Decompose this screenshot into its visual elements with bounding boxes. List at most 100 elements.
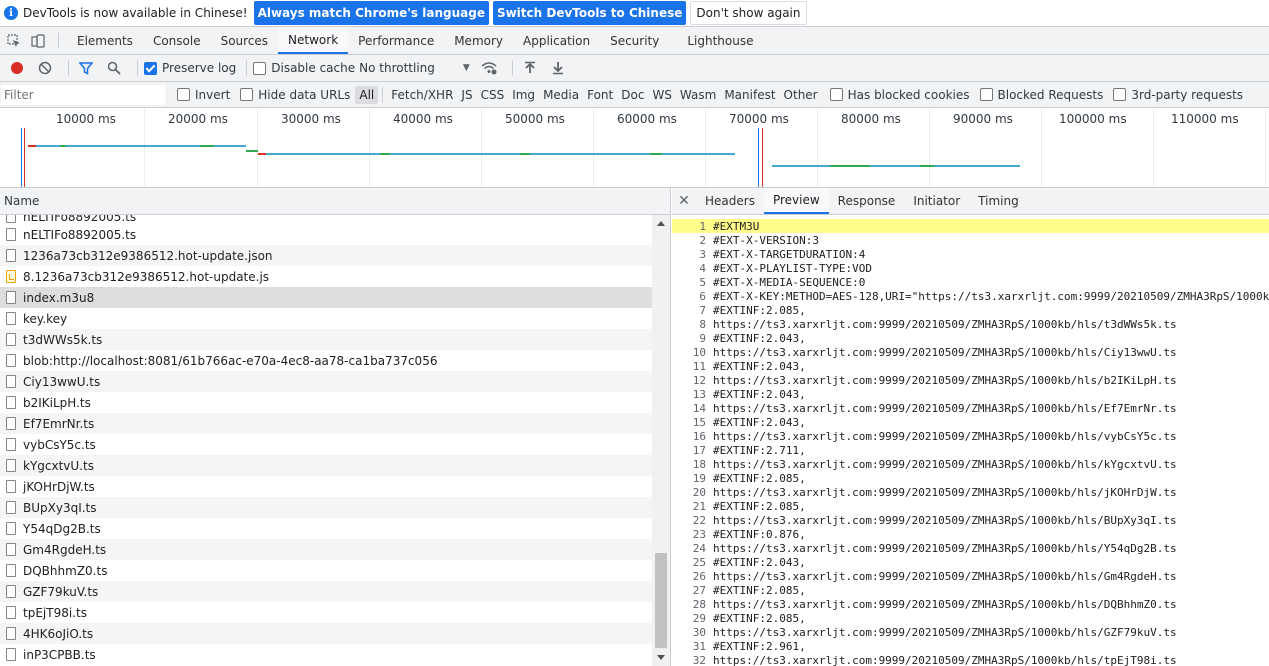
table-row[interactable]: GZF79kuV.ts xyxy=(0,581,652,602)
table-row[interactable]: blob:http://localhost:8081/61b766ac-e70a… xyxy=(0,350,652,371)
table-row[interactable]: inP3CPBB.ts xyxy=(0,644,652,665)
invert-checkbox[interactable] xyxy=(177,88,190,101)
dom-content-loaded-marker xyxy=(21,128,22,187)
filter-type-css[interactable]: CSS xyxy=(477,86,509,104)
hide-data-urls-checkbox[interactable] xyxy=(240,88,254,101)
table-row[interactable]: kYgcxtvU.ts xyxy=(0,455,652,476)
inspect-element-icon[interactable] xyxy=(2,27,26,54)
tab-network[interactable]: Network xyxy=(278,27,349,54)
table-row-selected[interactable]: index.m3u8 xyxy=(0,287,652,308)
tab-response[interactable]: Response xyxy=(829,188,905,214)
tab-application[interactable]: Application xyxy=(513,27,600,54)
filter-type-font[interactable]: Font xyxy=(583,86,617,104)
code-line: 20 https://ts3.xarxrljt.com:9999/20210509… xyxy=(672,485,1269,499)
request-list-scrollbar[interactable] xyxy=(652,215,671,666)
dont-show-again-button[interactable]: Don't show again xyxy=(690,1,807,25)
file-icon xyxy=(6,522,16,535)
invert-toggle[interactable]: Invert xyxy=(177,88,230,102)
blocked-requests-toggle[interactable]: Blocked Requests xyxy=(979,88,1103,102)
table-row[interactable]: Y54qDg2B.ts xyxy=(0,518,652,539)
code-line: 21 #EXTINF:2.085, xyxy=(672,499,1269,513)
filter-type-ws[interactable]: WS xyxy=(648,86,675,104)
tab-timing[interactable]: Timing xyxy=(969,188,1028,214)
tab-elements[interactable]: Elements xyxy=(67,27,143,54)
filter-type-img[interactable]: Img xyxy=(508,86,539,104)
table-row[interactable]: Ef7EmrNr.ts xyxy=(0,413,652,434)
third-party-label: 3rd-party requests xyxy=(1131,87,1244,102)
request-name: Ciy13wwU.ts xyxy=(23,374,101,389)
scroll-down-arrow-icon[interactable] xyxy=(657,655,665,660)
table-row[interactable]: 8.1236a73cb312e9386512.hot-update.js xyxy=(0,266,652,287)
preserve-log-checkbox[interactable] xyxy=(144,61,157,75)
file-icon xyxy=(6,249,16,262)
line-number: 14 xyxy=(692,401,706,415)
code-text: #EXTINF:2.043, xyxy=(713,387,806,401)
tab-security[interactable]: Security xyxy=(600,27,669,54)
tab-memory[interactable]: Memory xyxy=(444,27,513,54)
line-number: 7 xyxy=(699,303,706,317)
name-column-header[interactable]: Name xyxy=(0,188,671,215)
import-har-icon[interactable] xyxy=(519,57,541,79)
filter-type-all[interactable]: All xyxy=(355,85,379,104)
network-toolbar: Preserve log Disable cache No throttling… xyxy=(0,55,1269,82)
hide-data-urls-toggle[interactable]: Hide data URLs xyxy=(240,88,350,102)
table-row[interactable]: nELTIFo8892005.ts xyxy=(0,224,652,245)
filter-type-js[interactable]: JS xyxy=(457,86,476,104)
third-party-checkbox[interactable] xyxy=(1113,88,1127,101)
throttling-select[interactable]: No throttling ▼ xyxy=(359,61,470,75)
code-text: https://ts3.xarxrljt.com:9999/20210509/Z… xyxy=(713,513,1177,527)
filter-type-doc[interactable]: Doc xyxy=(617,86,648,104)
filter-type-other[interactable]: Other xyxy=(780,86,822,104)
response-preview[interactable]: 1 #EXTM3U 2 #EXT-X-VERSION:3 3 #EXT-X-TARGETD… xyxy=(672,215,1269,666)
table-row[interactable]: Gm4RgdeH.ts xyxy=(0,539,652,560)
switch-devtools-chinese-button[interactable]: Switch DevTools to Chinese xyxy=(492,1,687,25)
network-overview-timeline[interactable]: 10000 ms 20000 ms 30000 ms 40000 ms 5000… xyxy=(0,108,1269,188)
always-match-language-button[interactable]: Always match Chrome's language xyxy=(253,1,489,25)
blocked-requests-checkbox[interactable] xyxy=(979,88,993,101)
filter-type-wasm[interactable]: Wasm xyxy=(676,86,720,104)
filter-input[interactable] xyxy=(1,84,165,105)
third-party-toggle[interactable]: 3rd-party requests xyxy=(1113,88,1243,102)
file-icon xyxy=(6,606,16,619)
has-blocked-cookies-checkbox[interactable] xyxy=(829,88,843,101)
tab-lighthouse[interactable]: Lighthouse xyxy=(677,27,763,54)
record-icon[interactable] xyxy=(6,57,28,79)
filter-type-manifest[interactable]: Manifest xyxy=(720,86,779,104)
tab-console[interactable]: Console xyxy=(143,27,211,54)
tab-performance[interactable]: Performance xyxy=(348,27,444,54)
has-blocked-cookies-toggle[interactable]: Has blocked cookies xyxy=(829,88,970,102)
device-toolbar-icon[interactable] xyxy=(26,27,50,54)
table-row[interactable]: key.key xyxy=(0,308,652,329)
filter-type-fetch-xhr[interactable]: Fetch/XHR xyxy=(387,86,457,104)
table-row[interactable]: 4HK6oJiO.ts xyxy=(0,623,652,644)
table-row[interactable]: DQBhhmZ0.ts xyxy=(0,560,652,581)
table-row[interactable]: t3dWWs5k.ts xyxy=(0,329,652,350)
table-row[interactable]: BUpXy3qI.ts xyxy=(0,497,652,518)
code-text: #EXT-X-VERSION:3 xyxy=(713,233,819,247)
request-bar xyxy=(520,153,530,155)
tab-preview[interactable]: Preview xyxy=(763,188,829,214)
clear-icon[interactable] xyxy=(34,57,56,79)
tab-sources[interactable]: Sources xyxy=(211,27,278,54)
table-row[interactable]: b2IKiLpH.ts xyxy=(0,392,652,413)
tab-headers[interactable]: Headers xyxy=(696,188,764,214)
table-row[interactable]: tpEjT98i.ts xyxy=(0,602,652,623)
table-row[interactable]: vybCsY5c.ts xyxy=(0,434,652,455)
scroll-up-arrow-icon[interactable] xyxy=(657,221,665,226)
file-icon xyxy=(6,627,16,640)
scrollbar-thumb[interactable] xyxy=(655,553,667,648)
table-row[interactable]: Ciy13wwU.ts xyxy=(0,371,652,392)
tick-gridline xyxy=(593,108,594,187)
filter-type-media[interactable]: Media xyxy=(539,86,583,104)
disable-cache-checkbox[interactable] xyxy=(253,61,267,75)
filter-icon[interactable] xyxy=(75,57,97,79)
tab-initiator[interactable]: Initiator xyxy=(904,188,969,214)
network-conditions-icon[interactable] xyxy=(478,57,500,79)
search-icon[interactable] xyxy=(103,57,125,79)
table-row[interactable]: 1236a73cb312e9386512.hot-update.json xyxy=(0,245,652,266)
table-row[interactable]: jKOHrDjW.ts xyxy=(0,476,652,497)
code-line: 30 https://ts3.xarxrljt.com:9999/20210509… xyxy=(672,625,1269,639)
line-number: 4 xyxy=(699,261,706,275)
export-har-icon[interactable] xyxy=(547,57,569,79)
close-details-icon[interactable]: ✕ xyxy=(672,188,696,214)
